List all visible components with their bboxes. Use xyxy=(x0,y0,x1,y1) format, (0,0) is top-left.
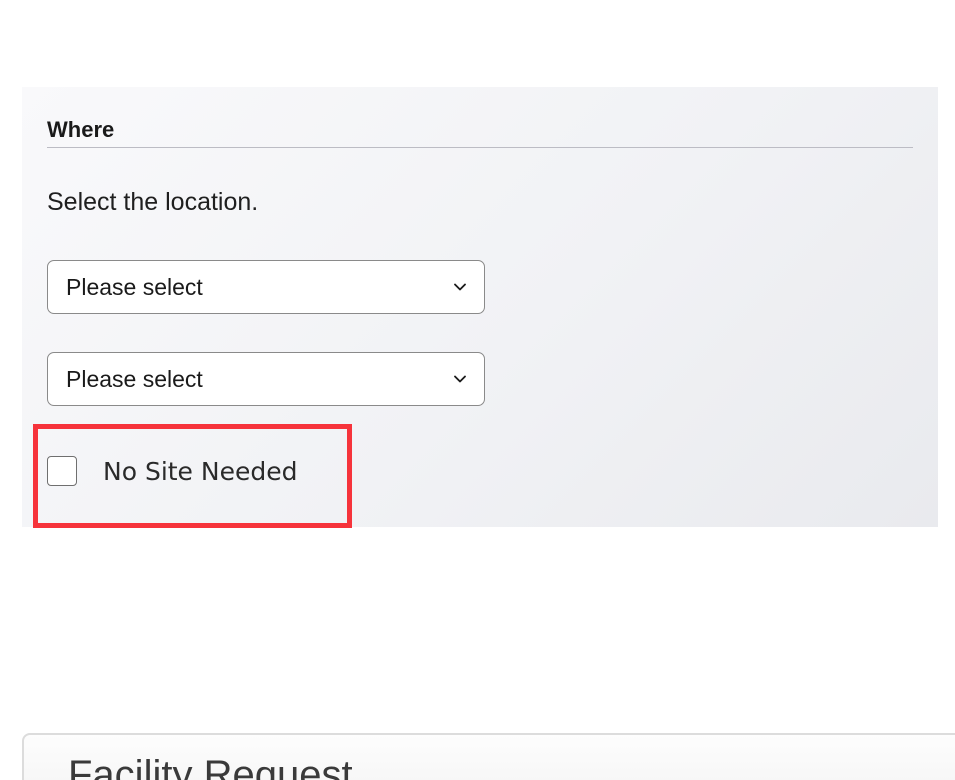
facility-request-title: Facility Request xyxy=(68,753,353,780)
chevron-down-icon xyxy=(454,373,466,385)
chevron-down-icon xyxy=(454,281,466,293)
location-select-secondary[interactable]: Please select xyxy=(47,352,485,406)
facility-request-card: Facility Request xyxy=(22,733,955,780)
location-select-secondary-value: Please select xyxy=(66,365,203,392)
location-select-primary-value: Please select xyxy=(66,273,203,300)
section-heading: Where xyxy=(47,117,913,148)
location-select-primary[interactable]: Please select xyxy=(47,260,485,314)
instruction-text: Select the location. xyxy=(47,188,259,216)
page: Where Select the location. Please select… xyxy=(0,0,955,780)
no-site-needed-checkbox[interactable] xyxy=(47,456,77,486)
no-site-needed-option[interactable]: No Site Needed xyxy=(47,456,297,486)
no-site-needed-label[interactable]: No Site Needed xyxy=(103,457,297,486)
